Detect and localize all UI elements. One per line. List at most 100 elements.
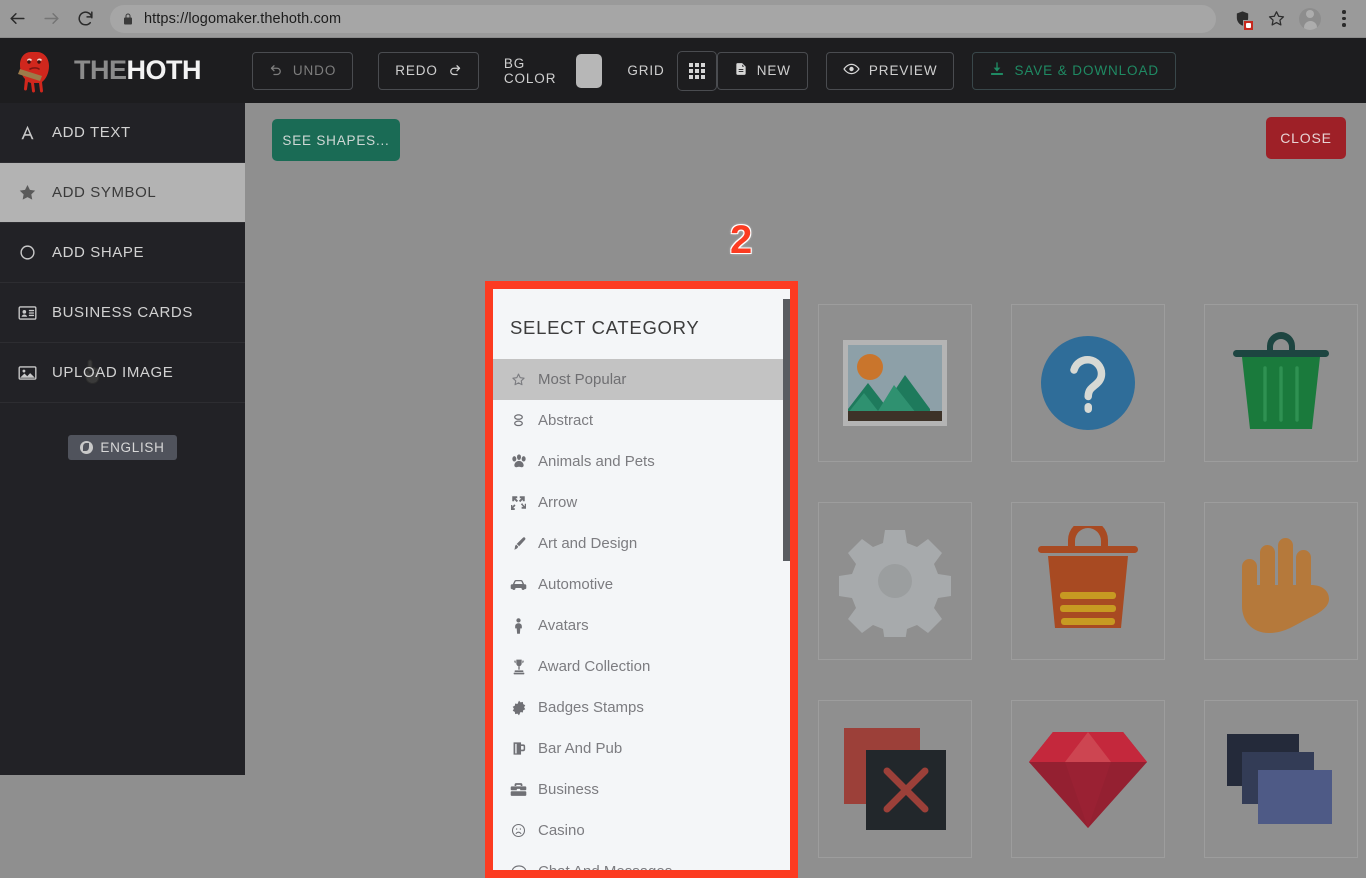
category-item-most-popular[interactable]: Most Popular: [493, 359, 790, 400]
three-dot-menu-icon[interactable]: [1328, 3, 1360, 35]
symbol-gear[interactable]: [818, 502, 972, 660]
text-a-icon: [16, 124, 38, 141]
category-item-label: Animals and Pets: [538, 453, 655, 470]
bg-color-swatch[interactable]: [576, 53, 603, 88]
brand-hoth-text: HOTH: [126, 55, 202, 85]
badge-starburst-icon: [510, 700, 527, 716]
category-list-scroll-container: SELECT CATEGORY Most Popular Abstract An…: [493, 289, 790, 870]
category-item-automotive[interactable]: Automotive: [493, 564, 790, 605]
address-bar[interactable]: https://logomaker.thehoth.com: [110, 4, 1216, 33]
url-text: https://logomaker.thehoth.com: [144, 10, 342, 27]
redo-label: REDO: [395, 63, 438, 78]
star-icon: [16, 183, 38, 202]
select-category-title: SELECT CATEGORY: [510, 317, 700, 338]
category-item-art-and-design[interactable]: Art and Design: [493, 523, 790, 564]
category-scrollbar-thumb[interactable]: [783, 299, 790, 561]
category-item-label: Abstract: [538, 412, 594, 429]
preview-label: PREVIEW: [868, 63, 938, 78]
sidebar-item-label: ADD TEXT: [52, 124, 131, 141]
category-item-label: Art and Design: [538, 535, 638, 552]
category-item-arrow[interactable]: Arrow: [493, 482, 790, 523]
category-item-label: Casino: [538, 822, 585, 839]
sidebar-item-label: BUSINESS CARDS: [52, 304, 193, 321]
symbol-hand-palm[interactable]: [1204, 502, 1358, 660]
download-icon: [989, 61, 1005, 80]
grid-toggle-button[interactable]: [676, 50, 717, 91]
sidebar-item-add-symbol[interactable]: ADD SYMBOL: [0, 163, 245, 384]
annotation-marker-2: 2: [730, 218, 753, 262]
category-item-label: Arrow: [538, 494, 578, 511]
symbol-stacked-cards[interactable]: [1204, 700, 1358, 858]
brand-the-text: THE: [74, 55, 127, 85]
symbol-ruby-diamond[interactable]: [1011, 700, 1165, 858]
document-icon: [734, 61, 748, 80]
globe-icon: [80, 441, 94, 454]
category-item-business[interactable]: Business: [493, 769, 790, 810]
paw-icon: [510, 454, 527, 469]
lock-icon: [122, 12, 134, 26]
reload-icon[interactable]: [68, 2, 102, 36]
sidebar-item-add-text[interactable]: ADD TEXT: [0, 103, 245, 163]
left-sidebar: ADD TEXT ADD SYMBOL ADD SHAPE BUSINESS C…: [0, 103, 245, 775]
preview-button[interactable]: PREVIEW: [825, 51, 955, 90]
symbol-stacked-squares-x[interactable]: [818, 700, 972, 858]
canvas-overlay: SEE SHAPES... 2 CLOSE SELECT CATEGORY Mo…: [245, 103, 1366, 878]
category-item-label: Chat And Messages: [538, 863, 672, 870]
extension-badge: [1243, 19, 1254, 31]
forward-arrow-icon[interactable]: [34, 2, 68, 36]
undo-icon: [269, 62, 284, 80]
undo-label: UNDO: [292, 63, 337, 78]
briefcase-icon: [510, 782, 527, 797]
symbol-orange-trash-bin[interactable]: [1011, 502, 1165, 660]
category-scrollbar-track[interactable]: [783, 289, 790, 870]
beer-mug-icon: [510, 741, 527, 756]
category-item-label: Most Popular: [538, 371, 627, 388]
redo-button[interactable]: REDO: [378, 51, 479, 90]
symbol-landscape-photo[interactable]: [818, 304, 972, 462]
grid-icon: [688, 62, 705, 79]
new-button[interactable]: NEW: [716, 51, 808, 90]
id-card-icon: [16, 305, 38, 321]
back-arrow-icon[interactable]: [0, 2, 34, 36]
paintbrush-icon: [510, 536, 527, 551]
category-item-award-collection[interactable]: Award Collection: [493, 646, 790, 687]
bg-color-control: BG COLOR: [504, 53, 603, 88]
category-item-chat-and-messages[interactable]: Chat And Messages: [493, 851, 790, 870]
sidebar-item-upload-image[interactable]: UPLOAD IMAGE: [0, 343, 245, 403]
brand-wordmark: THEHOTH: [74, 55, 201, 86]
category-item-avatars[interactable]: Avatars: [493, 605, 790, 646]
profile-avatar-icon[interactable]: [1294, 3, 1326, 35]
undo-button[interactable]: UNDO: [251, 51, 354, 90]
extension-icon[interactable]: [1226, 3, 1258, 35]
category-item-casino[interactable]: Casino: [493, 810, 790, 851]
app-header: THEHOTH UNDO REDO BG COLOR GRID NEW PREV…: [0, 38, 1366, 103]
casino-chip-icon: [510, 823, 527, 838]
sidebar-item-add-shape[interactable]: ADD SHAPE: [0, 223, 245, 283]
save-download-button[interactable]: SAVE & DOWNLOAD: [972, 51, 1176, 90]
category-item-bar-and-pub[interactable]: Bar And Pub: [493, 728, 790, 769]
editor-toolbar-left: UNDO REDO BG COLOR GRID: [251, 50, 717, 91]
arrows-expand-icon: [510, 495, 527, 510]
chat-bubble-icon: [510, 864, 527, 870]
grid-label: GRID: [627, 63, 665, 78]
sidebar-item-business-cards[interactable]: BUSINESS CARDS: [0, 283, 245, 343]
star-icon[interactable]: [1260, 3, 1292, 35]
category-item-badges-stamps[interactable]: Badges Stamps: [493, 687, 790, 728]
category-item-abstract[interactable]: Abstract: [493, 400, 790, 441]
star-outline-icon: [510, 372, 527, 387]
see-shapes-button[interactable]: SEE SHAPES...: [272, 119, 400, 161]
sidebar-item-label: UPLOAD IMAGE: [52, 364, 174, 381]
brand-logo[interactable]: THEHOTH: [0, 46, 217, 96]
trophy-icon: [510, 659, 527, 675]
category-item-label: Bar And Pub: [538, 740, 623, 757]
category-item-label: Avatars: [538, 617, 589, 634]
symbol-green-trash-can[interactable]: [1204, 304, 1358, 462]
category-item-animals-and-pets[interactable]: Animals and Pets: [493, 441, 790, 482]
person-icon: [510, 617, 527, 634]
close-button[interactable]: CLOSE: [1266, 117, 1346, 159]
browser-actions: [1226, 3, 1366, 35]
browser-toolbar: https://logomaker.thehoth.com: [0, 0, 1366, 38]
language-selector[interactable]: ENGLISH: [68, 435, 177, 460]
editor-toolbar-right: NEW PREVIEW SAVE & DOWNLOAD: [716, 51, 1176, 90]
symbol-question-mark-circle[interactable]: [1011, 304, 1165, 462]
